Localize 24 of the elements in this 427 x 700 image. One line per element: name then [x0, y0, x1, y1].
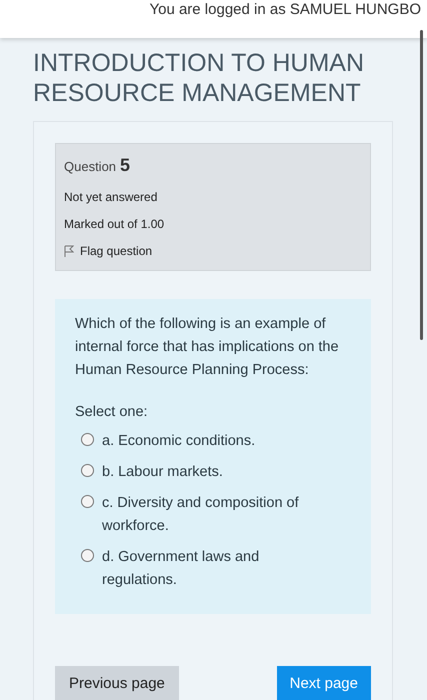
answer-option[interactable]: c. Diversity and composition of workforce.	[75, 492, 357, 538]
flag-question-link[interactable]: Flag question	[64, 242, 362, 260]
select-prompt: Select one:	[75, 403, 149, 422]
question-number: 5	[120, 154, 130, 177]
option-text: a. Economic conditions.	[102, 432, 256, 451]
option-text: c. Diversity and composition of workforce.	[102, 494, 300, 536]
option-text: b. Labour markets.	[102, 462, 224, 482]
option-text: d. Government laws and regulations.	[102, 548, 260, 590]
radio-button[interactable]	[81, 432, 94, 446]
question-label: Question	[64, 158, 116, 176]
answer-option[interactable]: d. Government laws and regulations.	[75, 546, 357, 592]
answer-option[interactable]: b. Labour markets.	[75, 460, 357, 484]
flag-icon	[64, 245, 74, 257]
radio-button[interactable]	[81, 494, 94, 508]
status-text: Not yet answered	[64, 189, 158, 206]
radio-button[interactable]	[81, 548, 94, 562]
previous-page-button[interactable]: Previous page	[55, 666, 179, 700]
marks-text: Marked out of 1.00	[64, 216, 166, 233]
course-title: INTRODUCTION TO HUMAN	[33, 48, 366, 78]
course-title: RESOURCE MANAGEMENT	[33, 78, 362, 108]
login-text: You are logged in as SAMUEL HUNGBO	[149, 1, 421, 19]
answer-option[interactable]: a. Economic conditions.	[75, 430, 357, 453]
radio-button[interactable]	[81, 464, 94, 477]
question-text: Which of the following is an example of internal force that has implications on the Human Resource Planning Process:	[75, 315, 340, 380]
